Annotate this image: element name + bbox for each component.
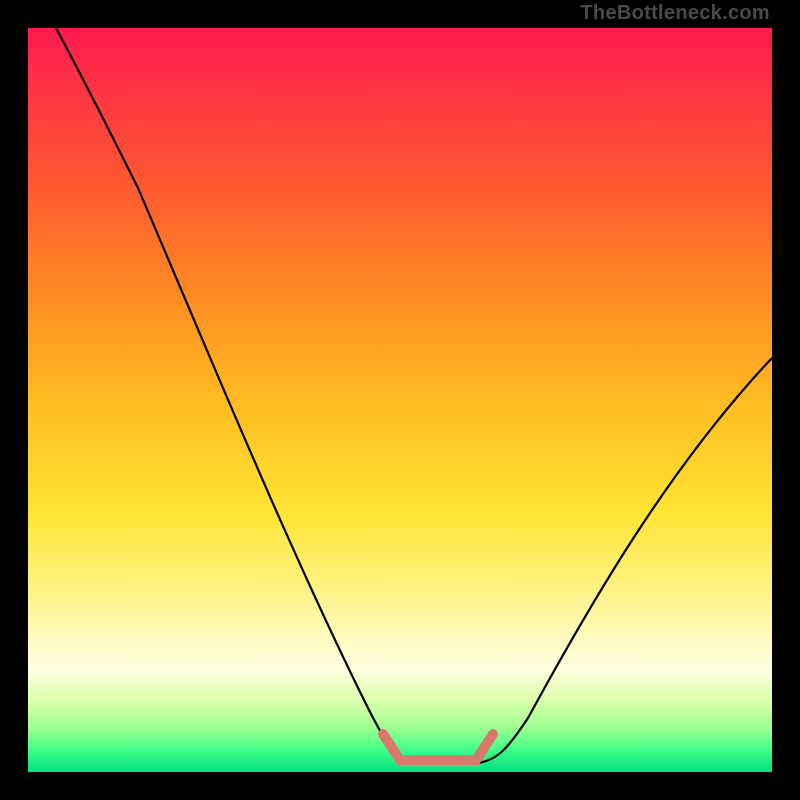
- chart-frame: TheBottleneck.com: [0, 0, 800, 800]
- optimal-range-marker: [383, 734, 493, 760]
- watermark-text: TheBottleneck.com: [580, 2, 770, 25]
- bottleneck-curve: [56, 28, 772, 763]
- plot-area: [28, 28, 772, 772]
- curve-layer: [28, 28, 772, 772]
